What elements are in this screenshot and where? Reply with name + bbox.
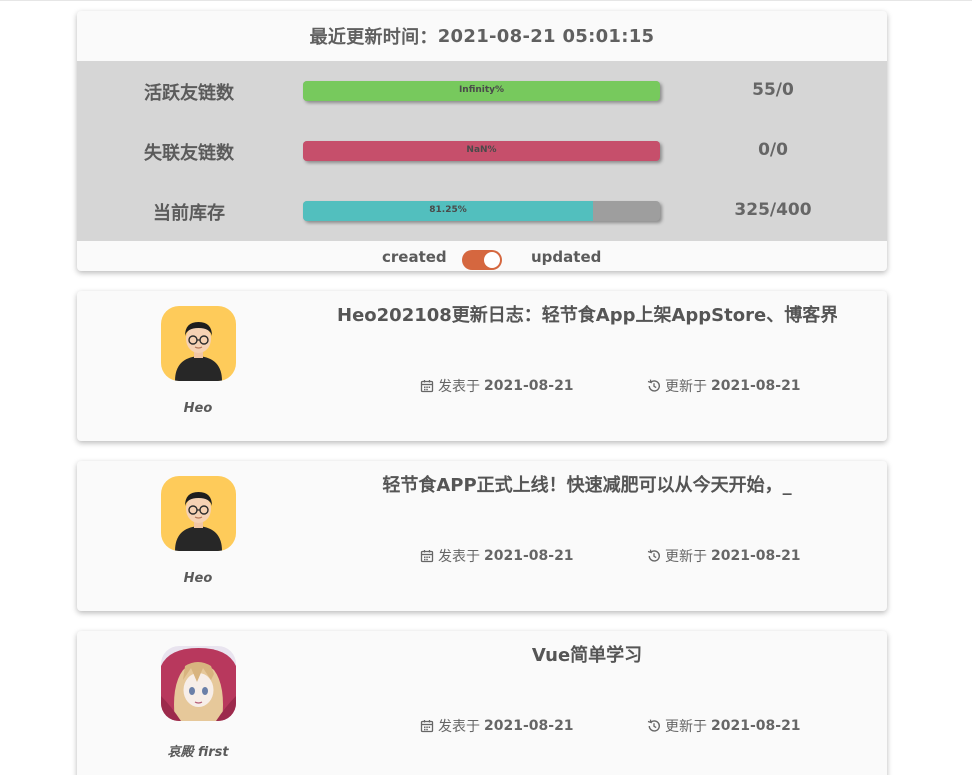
stat-label: 失联友链数 (144, 143, 234, 164)
author-name[interactable]: Heo (148, 571, 248, 586)
history-icon (647, 549, 660, 562)
history-icon (647, 719, 660, 732)
last-updated-sep: ： (419, 27, 438, 48)
stats-card: 最近更新时间 ： 2021-08-21 05:01:15 活跃友链数 Infin… (77, 11, 887, 271)
stat-row-active: 活跃友链数 Infinity% 55/0 (77, 71, 887, 111)
published-prefix: 发表于 (438, 719, 480, 735)
post-title-link[interactable]: Heo202108更新日志：轻节食App上架AppStore、博客界_ (337, 301, 837, 327)
progress-bar-text: 81.25% (429, 205, 467, 215)
published-value: 2021-08-21 (484, 378, 574, 394)
calendar-icon (420, 380, 434, 393)
published-prefix: 发表于 (438, 379, 480, 395)
heo-avatar-icon (161, 306, 236, 381)
post-title-link[interactable]: 轻节食APP正式上线！快速减肥可以从今天开始，_ (337, 471, 837, 497)
anime-avatar-icon (161, 646, 236, 721)
author-name[interactable]: Heo (148, 401, 248, 416)
last-updated-header: 最近更新时间 ： 2021-08-21 05:01:15 (77, 11, 887, 61)
stat-value: 325/400 (734, 200, 812, 220)
sort-toggle-row: created updated (77, 241, 887, 271)
page: 最近更新时间 ： 2021-08-21 05:01:15 活跃友链数 Infin… (0, 0, 972, 775)
updated-value: 2021-08-21 (711, 718, 801, 734)
progress-bar-text: Infinity% (458, 85, 505, 95)
updated-value: 2021-08-21 (711, 378, 801, 394)
published-date: 发表于 2021-08-21 (420, 376, 574, 396)
published-value: 2021-08-21 (484, 718, 574, 734)
post-card[interactable]: Heo Heo202108更新日志：轻节食App上架AppStore、博客界_ … (77, 291, 887, 441)
updated-value: 2021-08-21 (711, 548, 801, 564)
updated-date: 更新于 2021-08-21 (647, 546, 801, 566)
toggle-label-updated: updated (531, 248, 602, 266)
progress-bar: 81.25% (303, 201, 660, 221)
last-updated-label: 最近更新时间 (309, 27, 420, 48)
calendar-icon (420, 550, 434, 563)
stat-row-inventory: 当前库存 81.25% 325/400 (77, 191, 887, 231)
published-date: 发表于 2021-08-21 (420, 716, 574, 736)
post-title-link[interactable]: Vue简单学习 (337, 641, 837, 667)
published-prefix: 发表于 (438, 549, 480, 565)
stats-body: 活跃友链数 Infinity% 55/0 失联友链数 NaN% 0/0 当前库存 (77, 61, 887, 241)
last-updated-time: 2021-08-21 05:01:15 (437, 25, 655, 47)
post-card[interactable]: Heo 轻节食APP正式上线！快速减肥可以从今天开始，_ 发表于 2021-08-… (77, 461, 887, 611)
sort-toggle-switch[interactable] (462, 250, 502, 270)
published-date: 发表于 2021-08-21 (420, 546, 574, 566)
updated-prefix: 更新于 (665, 719, 707, 735)
top-divider (0, 0, 972, 1)
updated-prefix: 更新于 (665, 379, 707, 395)
updated-date: 更新于 2021-08-21 (647, 716, 801, 736)
progress-bar: Infinity% (303, 81, 660, 101)
updated-date: 更新于 2021-08-21 (647, 376, 801, 396)
calendar-icon (420, 720, 434, 733)
stat-label: 当前库存 (153, 203, 225, 224)
post-card[interactable]: 哀殿 first Vue简单学习 发表于 2021-08-21 更新于 2021-0… (77, 631, 887, 775)
published-value: 2021-08-21 (484, 548, 574, 564)
toggle-knob (484, 252, 500, 268)
progress-bar: NaN% (303, 141, 660, 161)
author-avatar[interactable] (161, 306, 236, 381)
stat-value: 0/0 (758, 140, 788, 160)
toggle-label-created: created (382, 248, 447, 266)
author-name[interactable]: 哀殿 first (148, 741, 248, 760)
stat-label: 活跃友链数 (144, 83, 234, 104)
heo-avatar-icon (161, 476, 236, 551)
updated-prefix: 更新于 (665, 549, 707, 565)
author-avatar[interactable] (161, 476, 236, 551)
history-icon (647, 379, 660, 392)
stat-row-lost: 失联友链数 NaN% 0/0 (77, 131, 887, 171)
stat-value: 55/0 (752, 80, 794, 100)
progress-bar-text: NaN% (466, 145, 497, 155)
author-avatar[interactable] (161, 646, 236, 721)
